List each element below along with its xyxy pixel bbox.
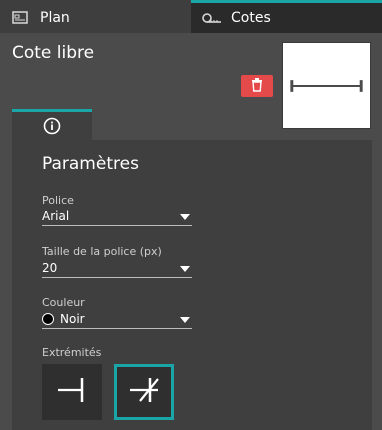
- info-tab[interactable]: [12, 109, 92, 143]
- slash-end-icon: [126, 375, 162, 409]
- top-tabs: Plan Cotes: [0, 0, 382, 33]
- section-title: Paramètres: [42, 154, 139, 174]
- couleur-value: Noir: [60, 312, 85, 326]
- couleur-label: Couleur: [42, 296, 85, 309]
- bar-end-icon: [54, 375, 90, 409]
- cote-panel: Cote libre Paramètres Police Arial Taill…: [0, 33, 382, 430]
- info-icon: [43, 117, 61, 139]
- tab-cotes[interactable]: Cotes: [191, 0, 382, 33]
- dimension-line-preview: [290, 80, 363, 92]
- police-label: Police: [42, 194, 74, 207]
- extremites-label: Extrémités: [42, 346, 102, 359]
- end-style-bar-button[interactable]: [42, 364, 102, 420]
- cotes-icon: [201, 10, 223, 26]
- taille-value: 20: [42, 261, 58, 275]
- color-swatch: [42, 313, 54, 325]
- delete-button[interactable]: [241, 75, 273, 97]
- end-style-slash-button[interactable]: [114, 364, 174, 420]
- parametres-section: Paramètres Police Arial Taille de la pol…: [12, 140, 372, 430]
- police-select[interactable]: Arial: [42, 207, 192, 226]
- taille-select[interactable]: 20: [42, 259, 192, 278]
- panel-title: Cote libre: [12, 43, 95, 63]
- chevron-down-icon: [180, 317, 190, 323]
- tab-cotes-label: Cotes: [231, 10, 271, 26]
- plan-icon: [10, 10, 32, 26]
- tab-plan-label: Plan: [40, 10, 70, 26]
- chevron-down-icon: [180, 266, 190, 272]
- trash-icon: [251, 77, 263, 96]
- couleur-select[interactable]: Noir: [42, 310, 192, 329]
- tab-plan[interactable]: Plan: [0, 0, 191, 33]
- cote-preview: [282, 42, 371, 129]
- taille-label: Taille de la police (px): [42, 245, 162, 258]
- police-value: Arial: [42, 209, 70, 223]
- chevron-down-icon: [180, 214, 190, 220]
